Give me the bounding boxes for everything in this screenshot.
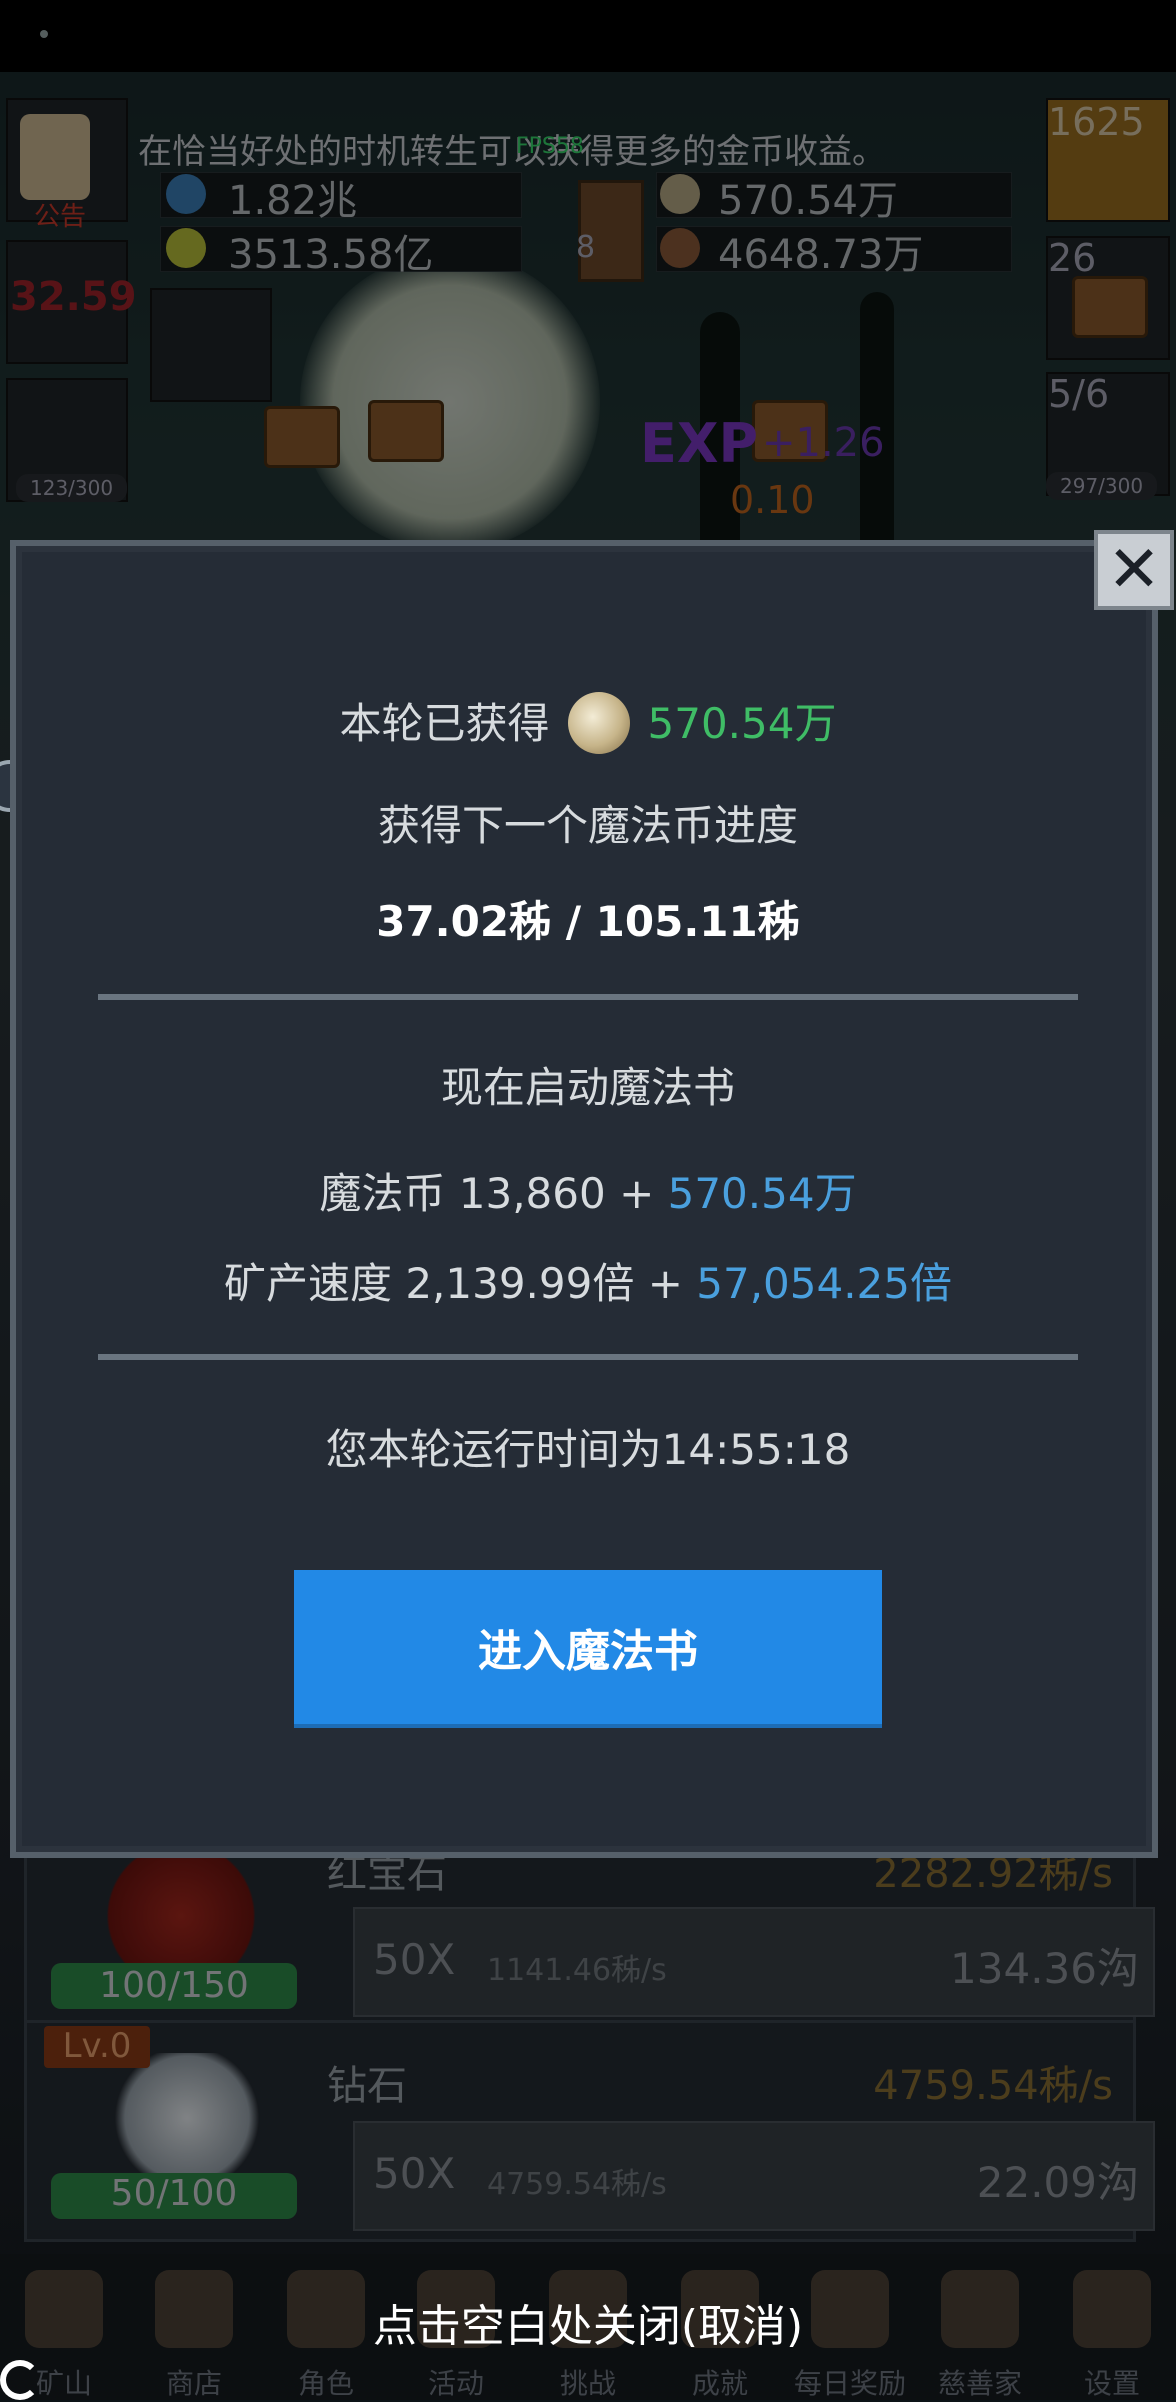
- magic-coin-text: 魔法币 13,860 +: [319, 1169, 668, 1218]
- runtime-text: 您本轮运行时间为14:55:18: [325, 1425, 851, 1474]
- close-button[interactable]: ✕: [1094, 530, 1174, 610]
- earned-row: 本轮已获得 570.54万: [0, 690, 1176, 758]
- close-hint[interactable]: 点击空白处关闭(取消): [0, 2290, 1176, 2354]
- magic-coin-row: 魔法币 13,860 + 570.54万: [0, 1160, 1176, 1221]
- mining-speed-row: 矿产速度 2,139.99倍 + 57,054.25倍: [0, 1250, 1176, 1311]
- progress-title: 获得下一个魔法币进度: [377, 801, 798, 850]
- close-icon: ✕: [1107, 533, 1161, 607]
- loading-spinner-icon: [0, 2360, 40, 2400]
- divider: [98, 994, 1078, 1000]
- divider: [98, 1354, 1078, 1360]
- mining-speed-text: 矿产速度 2,139.99倍 +: [223, 1259, 697, 1308]
- magic-coin-add: 570.54万: [667, 1169, 857, 1218]
- mining-speed-add: 57,054.25倍: [696, 1259, 953, 1308]
- earned-label: 本轮已获得: [339, 699, 550, 748]
- enter-magic-book-button[interactable]: 进入魔法书: [294, 1570, 882, 1724]
- progress-value: 37.02秭 / 105.11秭: [376, 897, 800, 946]
- earned-value: 570.54万: [647, 699, 837, 748]
- activate-title: 现在启动魔法书: [440, 1063, 735, 1112]
- coin-icon: [567, 691, 630, 754]
